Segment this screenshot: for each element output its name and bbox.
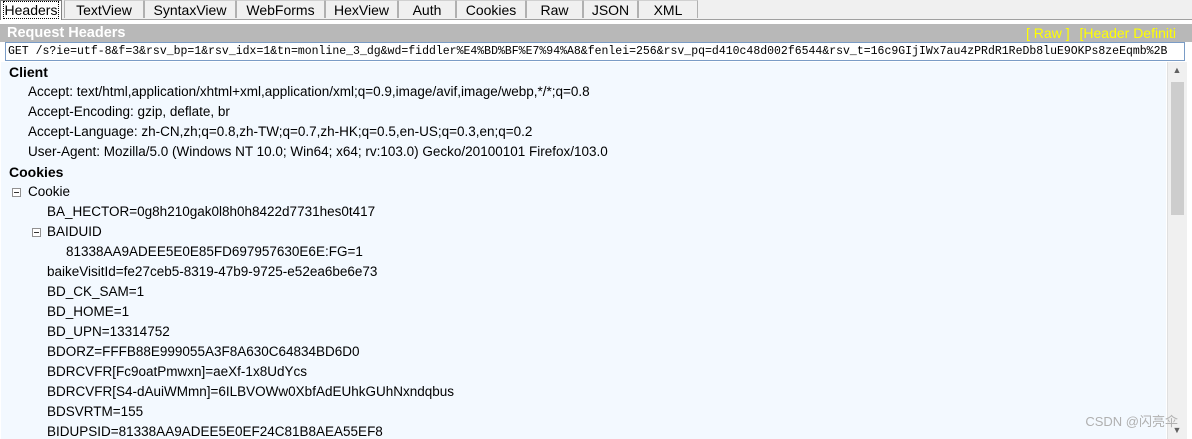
tab-xml[interactable]: XML [638, 0, 698, 18]
collapse-icon[interactable] [32, 228, 41, 237]
tab-auth[interactable]: Auth [398, 0, 456, 18]
header-definitions-link[interactable]: [Header Definiti [1080, 25, 1177, 41]
cookie-item[interactable]: BD_UPN=13314752 [47, 322, 170, 342]
section-title: Request Headers [7, 25, 126, 41]
vertical-scrollbar[interactable]: ▲ ▼ [1167, 62, 1187, 439]
tree-node-cookie[interactable]: Cookie [28, 182, 70, 202]
scroll-up-icon[interactable]: ▲ [1168, 62, 1186, 79]
tab-webforms[interactable]: WebForms [236, 0, 325, 18]
raw-link[interactable]: [ Raw ] [1026, 25, 1070, 41]
tab-bar: Headers TextView SyntaxView WebForms Hex… [0, 0, 1192, 20]
cookie-item[interactable]: BDSVRTM=155 [47, 402, 143, 422]
header-links: [ Raw ] [Header Definiti [1020, 24, 1176, 42]
tab-syntaxview[interactable]: SyntaxView [144, 0, 236, 18]
tab-textview[interactable]: TextView [64, 0, 144, 18]
header-item[interactable]: Accept-Language: zh-CN,zh;q=0.8,zh-TW;q=… [28, 122, 532, 142]
tab-headers[interactable]: Headers [0, 0, 62, 20]
request-line-field[interactable]: GET /s?ie=utf-8&f=3&rsv_bp=1&rsv_idx=1&t… [5, 42, 1185, 61]
headers-tree: Client Accept: text/html,application/xht… [1, 62, 1166, 439]
header-item[interactable]: Accept: text/html,application/xhtml+xml,… [28, 82, 590, 102]
collapse-icon[interactable] [12, 188, 21, 197]
cookie-item[interactable]: BDRCVFR[S4-dAuiWMmn]=6ILBVOWw0XbfAdEUhkG… [47, 382, 454, 402]
tree-node-baiduid[interactable]: BAIDUID [47, 222, 102, 242]
tab-hexview[interactable]: HexView [325, 0, 398, 18]
tab-cookies[interactable]: Cookies [456, 0, 526, 18]
tab-raw[interactable]: Raw [526, 0, 583, 18]
header-item[interactable]: Accept-Encoding: gzip, deflate, br [28, 102, 230, 122]
cookie-item[interactable]: BD_CK_SAM=1 [47, 282, 144, 302]
request-headers-bar: Request Headers [ Raw ] [Header Definiti [0, 24, 1192, 42]
cookie-subitem[interactable]: 81338AA9ADEE5E0E85FD697957630E6E:FG=1 [66, 242, 363, 262]
cookie-item[interactable]: BDORZ=FFFB88E999055A3F8A630C64834BD6D0 [47, 342, 360, 362]
cookie-item[interactable]: baikeVisitId=fe27ceb5-8319-47b9-9725-e52… [47, 262, 377, 282]
cookie-item[interactable]: BIDUPSID=81338AA9ADEE5E0EF24C81B8AEA55EF… [47, 422, 383, 439]
tab-label: Headers [2, 1, 60, 19]
cookie-item[interactable]: BDRCVFR[Fc9oatPmwxn]=aeXf-1x8UdYcs [47, 362, 307, 382]
group-cookies[interactable]: Cookies [9, 162, 63, 182]
header-item[interactable]: User-Agent: Mozilla/5.0 (Windows NT 10.0… [28, 142, 608, 162]
cookie-item[interactable]: BD_HOME=1 [47, 302, 129, 322]
group-client[interactable]: Client [9, 62, 48, 82]
watermark: CSDN @闪亮伞 [1085, 414, 1178, 429]
scroll-thumb[interactable] [1171, 82, 1184, 215]
tab-json[interactable]: JSON [583, 0, 638, 18]
cookie-item[interactable]: BA_HECTOR=0g8h210gak0l8h0h8422d7731hes0t… [47, 202, 375, 222]
